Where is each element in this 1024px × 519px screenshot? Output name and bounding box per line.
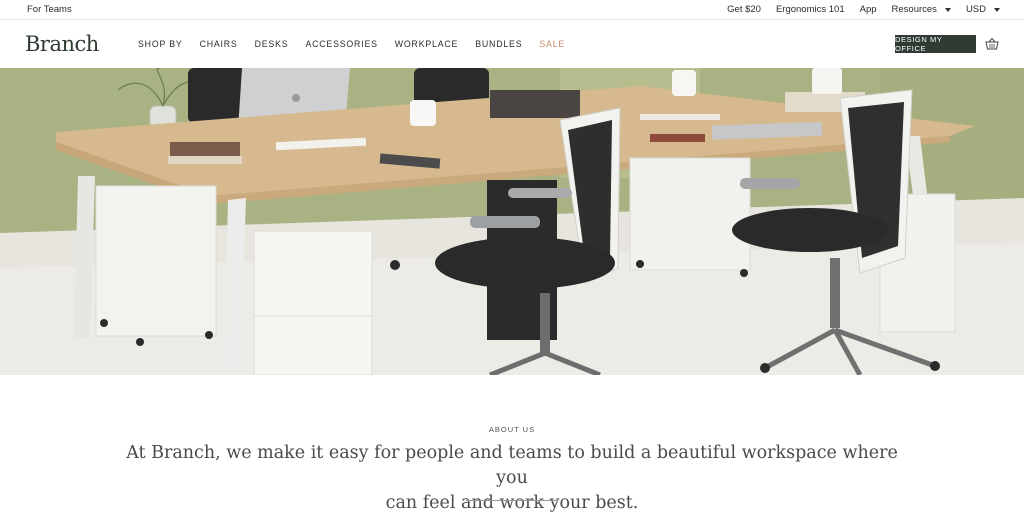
branch-logo[interactable]: Branch xyxy=(25,32,99,56)
nav-chairs[interactable]: CHAIRS xyxy=(200,39,238,49)
main-nav: Branch SHOP BY CHAIRS DESKS ACCESSORIES … xyxy=(0,20,1024,68)
nav-sale[interactable]: SALE xyxy=(539,39,565,49)
nav-bundles[interactable]: BUNDLES xyxy=(475,39,522,49)
resources-dropdown[interactable]: Resources xyxy=(892,4,951,15)
basket-icon[interactable] xyxy=(985,37,999,51)
ergonomics-101-link[interactable]: Ergonomics 101 xyxy=(776,4,845,15)
about-line-1: At Branch, we make it easy for people an… xyxy=(126,443,898,488)
nav-shop-by[interactable]: SHOP BY xyxy=(138,39,183,49)
about-line-2: can feel and work your best. xyxy=(385,493,639,513)
nav-accessories[interactable]: ACCESSORIES xyxy=(305,39,377,49)
nav-links: SHOP BY CHAIRS DESKS ACCESSORIES WORKPLA… xyxy=(138,39,582,49)
currency-label: USD xyxy=(965,4,986,15)
about-kicker: ABOUT US xyxy=(488,425,536,434)
chevron-down-icon xyxy=(944,7,951,12)
nav-workplace[interactable]: WORKPLACE xyxy=(395,39,458,49)
chevron-down-icon xyxy=(994,7,1000,12)
design-my-office-button[interactable]: DESIGN MY OFFICE xyxy=(895,35,976,53)
about-statement: At Branch, we make it easy for people an… xyxy=(112,441,912,516)
currency-dropdown[interactable]: USD xyxy=(966,4,1000,15)
for-teams-link[interactable]: For Teams xyxy=(27,4,72,15)
about-divider xyxy=(466,500,558,501)
app-link[interactable]: App xyxy=(860,4,877,15)
utility-links: Get $20 Ergonomics 101 App Resources USD xyxy=(727,4,1000,15)
nav-desks[interactable]: DESKS xyxy=(255,39,289,49)
utility-bar: For Teams Get $20 Ergonomics 101 App Res… xyxy=(0,0,1024,20)
get-20-link[interactable]: Get $20 xyxy=(727,4,761,15)
resources-label: Resources xyxy=(891,4,937,15)
hero-office-image xyxy=(0,68,1024,375)
